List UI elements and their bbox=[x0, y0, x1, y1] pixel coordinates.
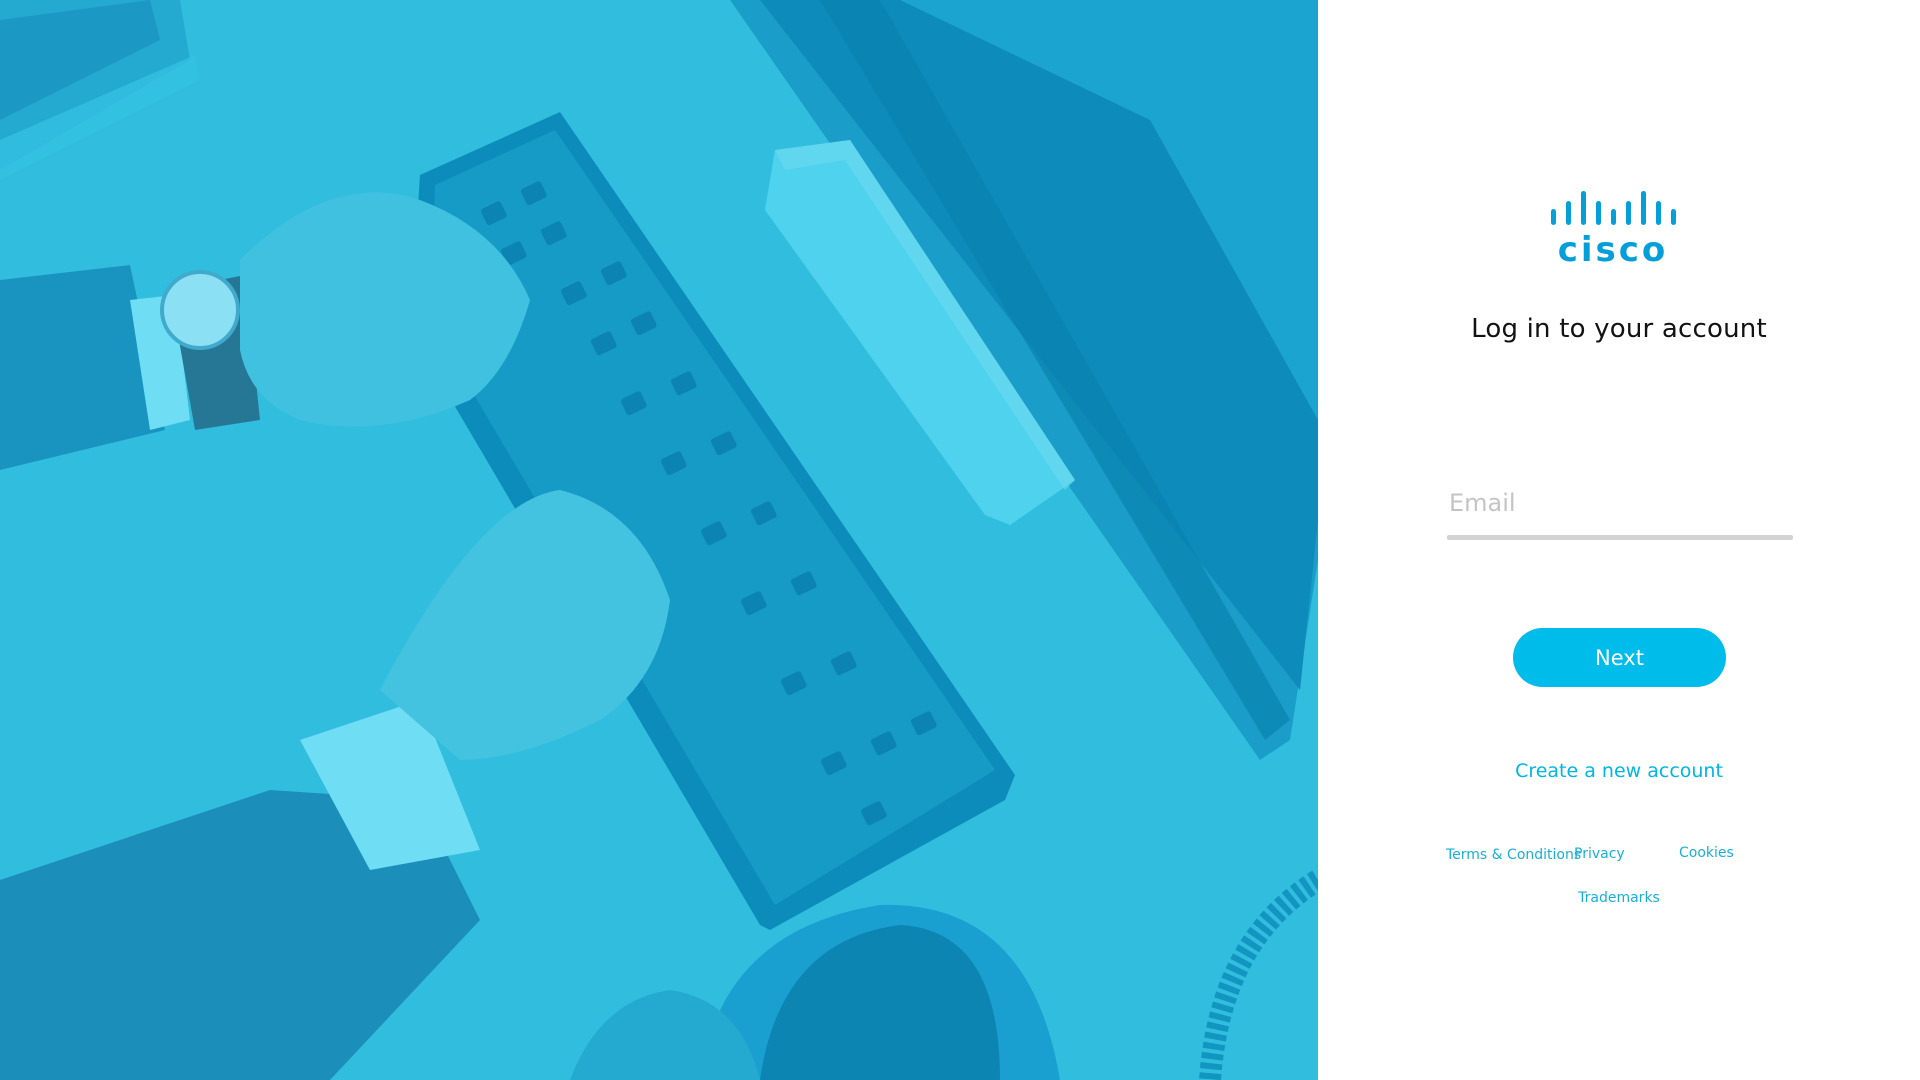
page-title: Log in to your account bbox=[1471, 314, 1767, 344]
privacy-link[interactable]: Privacy bbox=[1574, 846, 1625, 862]
email-input[interactable] bbox=[1447, 474, 1793, 532]
email-underline bbox=[1447, 535, 1793, 540]
hero-image bbox=[0, 0, 1318, 1080]
login-panel: cisco Log in to your account Next Create… bbox=[1318, 0, 1920, 1080]
next-button[interactable]: Next bbox=[1513, 628, 1726, 687]
cisco-logo-icon: cisco bbox=[1551, 191, 1676, 263]
svg-text:cisco: cisco bbox=[1558, 230, 1669, 263]
hero-illustration bbox=[0, 0, 1318, 1080]
cookies-link[interactable]: Cookies bbox=[1679, 845, 1734, 861]
cisco-logo: cisco bbox=[1549, 191, 1685, 263]
terms-link[interactable]: Terms & Conditions bbox=[1446, 847, 1581, 863]
create-account-link[interactable]: Create a new account bbox=[1318, 760, 1920, 782]
email-field-container bbox=[1447, 474, 1793, 542]
trademarks-link[interactable]: Trademarks bbox=[1318, 890, 1920, 906]
login-page: cisco Log in to your account Next Create… bbox=[0, 0, 1920, 1080]
